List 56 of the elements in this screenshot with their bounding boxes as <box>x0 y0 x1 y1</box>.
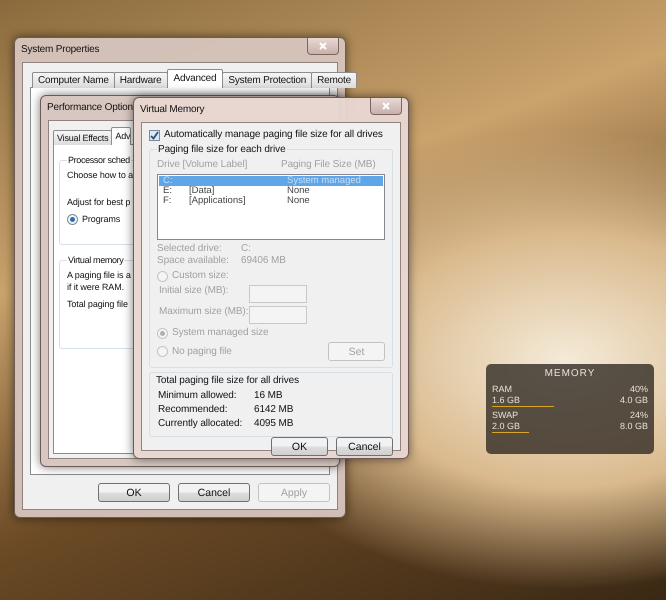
close-icon <box>382 102 390 110</box>
info-value: 69406 MB <box>241 255 287 267</box>
meter-name: SWAP <box>492 410 518 421</box>
meter-used: 2.0 GB <box>492 421 520 432</box>
total-value: 16 MB <box>254 390 284 402</box>
group-title: Virtual memory <box>67 255 124 265</box>
tab[interactable]: Computer Name <box>32 72 115 88</box>
column-header: Paging File Size (MB) <box>281 159 377 171</box>
section-title: Total paging file size for all drives <box>156 375 300 387</box>
tab[interactable]: Advanced <box>166 69 224 88</box>
close-icon <box>319 42 327 50</box>
radio-label: No paging file <box>172 346 232 358</box>
close-button[interactable] <box>307 38 339 55</box>
dialog-button[interactable]: Cancel <box>178 483 250 502</box>
close-button[interactable] <box>370 98 402 115</box>
window-title: System Properties <box>21 44 100 55</box>
column-header: Drive [Volume Label] <box>157 159 248 171</box>
widget-title: MEMORY <box>544 368 596 379</box>
meter-total: 8.0 GB <box>620 421 648 432</box>
tab[interactable]: Hardware <box>114 72 168 88</box>
description-text: A paging file is a <box>67 269 131 281</box>
description-text: Choose how to a <box>67 169 134 181</box>
total-value: 6142 MB <box>254 404 294 416</box>
field-label: Maximum size (MB): <box>159 306 249 318</box>
radio-label: Custom size: <box>172 270 229 282</box>
radio-label: System managed size <box>172 327 268 339</box>
total-label: Minimum allowed: <box>158 390 238 402</box>
total-label: Currently allocated: <box>158 418 244 430</box>
description-text: Total paging file <box>67 298 128 310</box>
meter-percent: 24% <box>630 410 648 421</box>
radio-label: Programs <box>82 213 120 225</box>
meter-used: 1.6 GB <box>492 395 520 406</box>
tab[interactable]: Remote <box>311 72 357 88</box>
tab[interactable]: Visual Effects <box>53 130 112 145</box>
total-value: 4095 MB <box>254 418 294 430</box>
meter-total: 4.0 GB <box>620 395 648 406</box>
info-label: Selected drive: <box>157 243 223 255</box>
checkbox-label: Automatically manage paging file size for all drives <box>164 129 383 141</box>
window-title: Performance Option <box>47 102 133 113</box>
dialog-button[interactable]: OK <box>98 483 170 502</box>
dialog-button[interactable]: Cancel <box>336 437 393 456</box>
description-text: Adjust for best p <box>67 196 130 208</box>
meter-name: RAM <box>492 384 512 395</box>
checkbox[interactable] <box>149 130 160 140</box>
dialog-button[interactable]: OK <box>271 437 328 456</box>
meter-percent: 40% <box>630 384 648 395</box>
tab[interactable]: System Protection <box>222 72 312 88</box>
info-label: Space available: <box>157 255 230 267</box>
field-label: Initial size (MB): <box>159 285 230 297</box>
window-title: Virtual Memory <box>140 104 204 115</box>
radio-button[interactable] <box>67 214 78 224</box>
info-value: C: <box>241 243 252 255</box>
description-text: if it were RAM. <box>67 281 124 293</box>
group-title: Paging file size for each drive <box>157 144 287 155</box>
group-title: Processor sched <box>67 155 131 165</box>
total-label: Recommended: <box>158 404 228 416</box>
